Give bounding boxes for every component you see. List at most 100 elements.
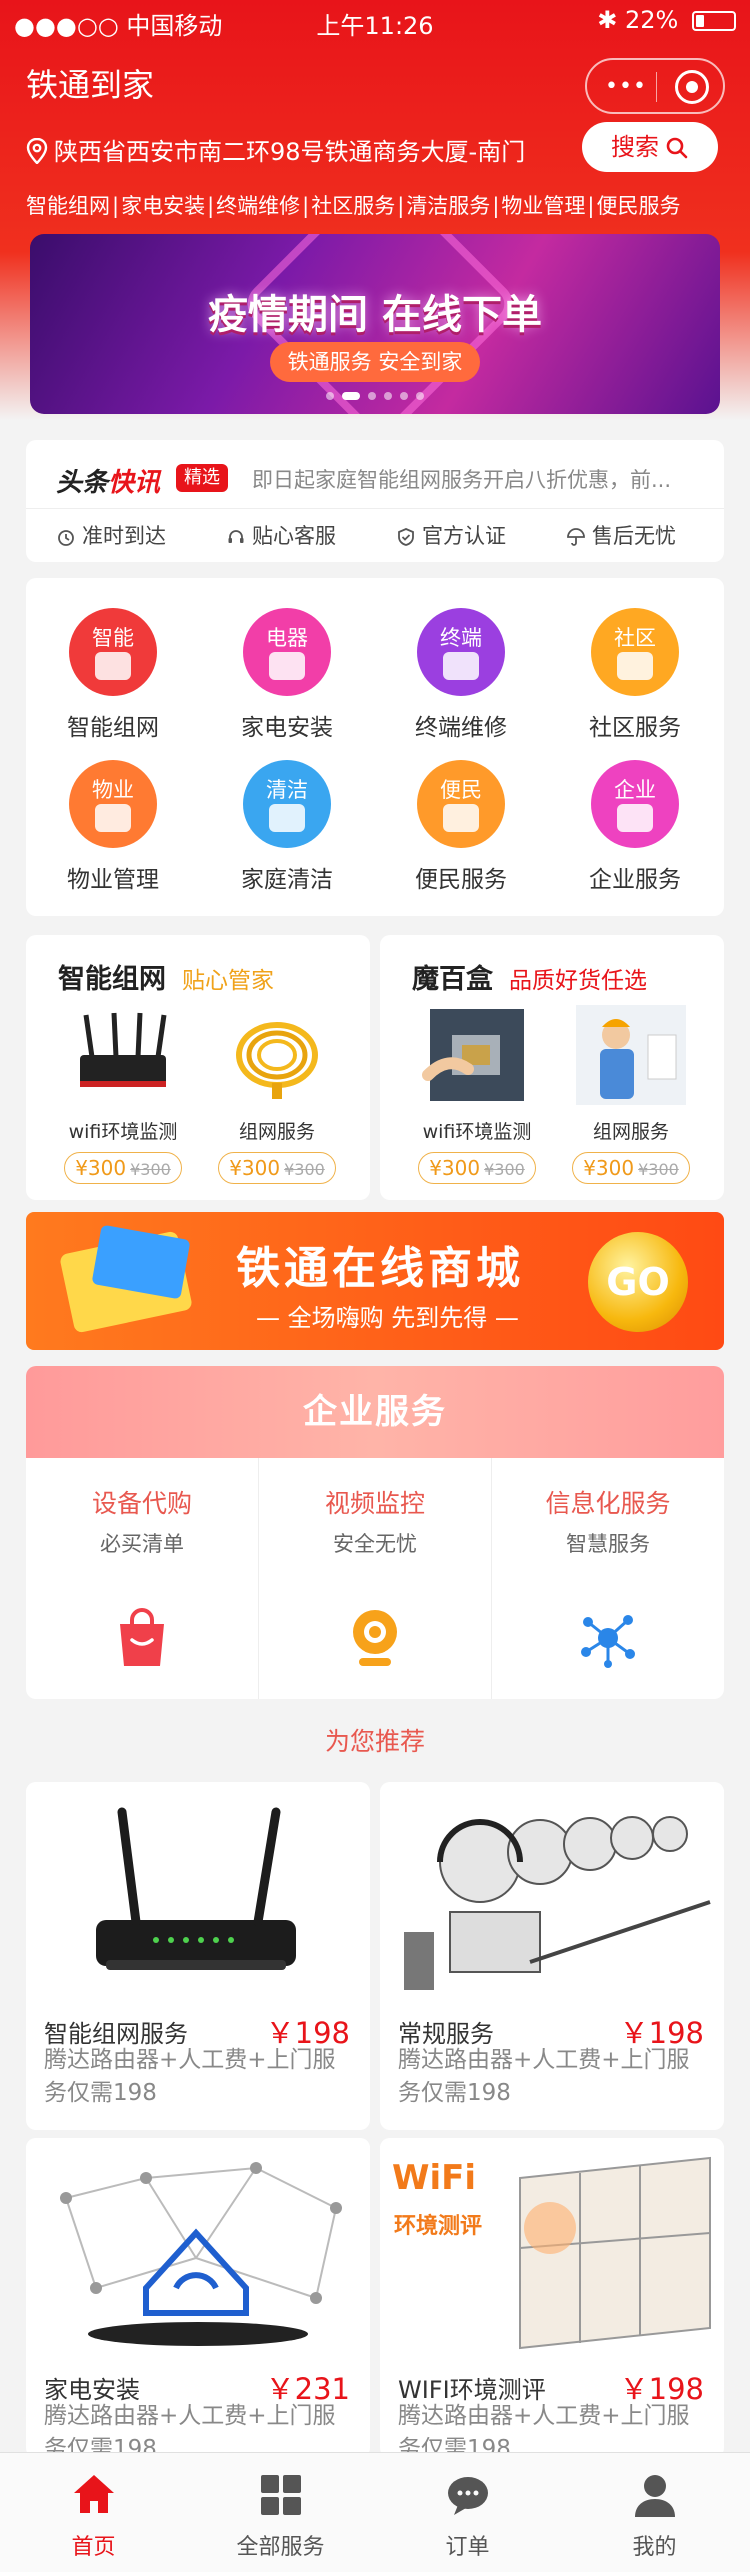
box-icon: 终端 xyxy=(417,608,505,696)
price-tag: ¥300 ¥300 xyxy=(418,1152,536,1184)
feature-service: 贴心客服 xyxy=(226,520,336,550)
banner-dot[interactable] xyxy=(416,392,424,400)
service-appliance-install[interactable]: 电器 家电安装 xyxy=(200,608,374,742)
category-link[interactable]: 清洁服务 xyxy=(406,194,490,218)
tab-orders[interactable]: 订单 xyxy=(374,2453,561,2572)
more-icon[interactable]: ••• xyxy=(605,74,647,99)
mall-title: 铁通在线商城 xyxy=(236,1243,524,1294)
go-button[interactable]: GO xyxy=(588,1232,688,1332)
broom-icon: 清洁 xyxy=(243,760,331,848)
enterprise-header: 企业服务 xyxy=(26,1366,724,1458)
banner-indicators xyxy=(30,385,720,404)
recommend-title: 为您推荐 xyxy=(324,1727,425,1756)
price-tag: ¥300 ¥300 xyxy=(64,1152,182,1184)
tab-home[interactable]: 首页 xyxy=(0,2453,187,2572)
user-icon xyxy=(634,2475,675,2517)
promo-left-item-2[interactable]: 组网服务 ¥300 ¥300 xyxy=(202,1005,352,1184)
service-grid: 智能 智能组网 电器 家电安装 终端 终端维修 社区 社区服务 物业 物业管理 清洁 家庭清… xyxy=(26,578,724,916)
wifi-caption: 环境测评 xyxy=(394,2214,483,2239)
headset-icon xyxy=(228,530,244,543)
banner-dot[interactable] xyxy=(368,392,376,400)
close-circle-icon[interactable] xyxy=(675,70,709,104)
service-community[interactable]: 社区 社区服务 xyxy=(548,608,722,742)
home-icon xyxy=(73,2475,114,2513)
shield-icon xyxy=(398,528,414,546)
search-label: 搜索 xyxy=(611,133,659,161)
wifi-icon: 智能 xyxy=(69,608,157,696)
tab-all-services[interactable]: 全部服务 xyxy=(187,2453,374,2572)
battery-percent: 22% xyxy=(625,6,679,34)
app-title: 铁通到家 xyxy=(26,66,155,104)
news-tag: 精选 xyxy=(176,464,228,492)
news-headline[interactable]: 即日起家庭智能组网服务开启八折优惠，前... xyxy=(252,464,707,494)
price-tag: ¥300 ¥300 xyxy=(572,1152,690,1184)
cable-image xyxy=(222,1005,332,1105)
location-bar[interactable]: 陕西省西安市南二环98号铁通商务大厦-南门 xyxy=(26,132,525,167)
enterprise-device-purchase[interactable]: 设备代购 必买清单 xyxy=(26,1458,258,1699)
category-link[interactable]: 物业管理 xyxy=(501,194,585,218)
technician-image xyxy=(576,1005,686,1105)
category-link[interactable]: 便民服务 xyxy=(596,194,680,218)
washer-icon: 电器 xyxy=(243,608,331,696)
service-smart-network[interactable]: 智能 智能组网 xyxy=(26,608,200,742)
promo-smart-network[interactable]: 智能组网 贴心管家 wifi环境监测 ¥300 ¥300 组网服务 ¥300 ¥300 xyxy=(26,935,370,1200)
router-image xyxy=(68,1005,178,1105)
clock-icon xyxy=(58,530,74,546)
mall-subtitle: — 全场嗨购 先到先得 — xyxy=(256,1304,519,1332)
online-mall-banner[interactable]: 铁通在线商城 — 全场嗨购 先到先得 — GO xyxy=(26,1212,724,1350)
feature-certified: 官方认证 xyxy=(396,520,506,550)
location-pin-icon xyxy=(26,137,48,165)
feature-after-sale: 售后无忧 xyxy=(566,520,676,550)
service-property[interactable]: 物业 物业管理 xyxy=(26,760,200,894)
category-link[interactable]: 智能组网 xyxy=(26,194,110,218)
enterprise-it-service[interactable]: 信息化服务 智慧服务 xyxy=(492,1458,724,1699)
category-link[interactable]: 终端维修 xyxy=(216,194,300,218)
service-cleaning[interactable]: 清洁 家庭清洁 xyxy=(200,760,374,894)
category-link[interactable]: 家电安装 xyxy=(121,194,205,218)
battery-indicator: ✱ 22% xyxy=(597,6,736,34)
promo-banner[interactable]: 疫情期间 在线下单 铁通服务 安全到家 xyxy=(30,234,720,414)
product-card-3[interactable]: 家电安装 ￥231 腾达路由器+人工费+上门服务仅需198 xyxy=(26,2138,370,2458)
location-text: 陕西省西安市南二环98号铁通商务大厦-南门 xyxy=(54,138,526,166)
category-link[interactable]: 社区服务 xyxy=(311,194,395,218)
product-card-4[interactable]: WiFi 环境测评 WIFI环境测评 ￥198 腾达路由器+人工费+上门服务仅需… xyxy=(380,2138,724,2458)
price-tag: ¥300 ¥300 xyxy=(218,1152,336,1184)
search-icon xyxy=(666,137,688,159)
tab-mine[interactable]: 我的 xyxy=(561,2453,748,2572)
router-product-image xyxy=(26,1782,370,2002)
banner-subtitle: 铁通服务 安全到家 xyxy=(270,342,480,382)
chat-icon xyxy=(447,2477,488,2515)
bag-icon: 便民 xyxy=(417,760,505,848)
promo-magic-box[interactable]: 魔百盒 品质好货任选 wifi环境监测 ¥300 ¥300 组网服务 ¥300 ¥30… xyxy=(380,935,724,1200)
grid-icon xyxy=(260,2475,301,2515)
umbrella-icon xyxy=(567,528,585,546)
service-convenience[interactable]: 便民 便民服务 xyxy=(374,760,548,894)
service-enterprise[interactable]: 企业 企业服务 xyxy=(548,760,722,894)
enterprise-video-surveillance[interactable]: 视频监控 安全无忧 xyxy=(259,1458,491,1699)
product-card-2[interactable]: 常规服务 ￥198 腾达路由器+人工费+上门服务仅需198 xyxy=(380,1782,724,2130)
webcam-icon xyxy=(353,1610,397,1666)
banner-title: 疫情期间 在线下单 xyxy=(208,292,542,338)
network-nodes-icon xyxy=(581,1615,635,1668)
promo-left-header: 智能组网 贴心管家 xyxy=(58,964,274,995)
bluetooth-icon: ✱ xyxy=(597,6,618,34)
circuit-board-image xyxy=(422,1005,532,1105)
promo-right-item-2[interactable]: 组网服务 ¥300 ¥300 xyxy=(556,1005,706,1184)
product-card-1[interactable]: 智能组网服务 ￥198 腾达路由器+人工费+上门服务仅需198 xyxy=(26,1782,370,2130)
banner-dot[interactable] xyxy=(400,392,408,400)
banner-dot[interactable] xyxy=(342,392,360,400)
search-button[interactable]: 搜索 xyxy=(582,122,718,172)
office-icon: 企业 xyxy=(591,760,679,848)
wifi-logo: WiFi xyxy=(392,2158,477,2198)
promo-right-item-1[interactable]: wifi环境监测 ¥300 ¥300 xyxy=(402,1005,552,1184)
promo-left-item-1[interactable]: wifi环境监测 ¥300 ¥300 xyxy=(48,1005,198,1184)
promo-right-header: 魔百盒 品质好货任选 xyxy=(412,964,647,995)
banner-dot[interactable] xyxy=(326,392,334,400)
smart-home-image xyxy=(26,2138,370,2358)
category-strip: 智能组网|家电安装|终端维修|社区服务|清洁服务|物业管理|便民服务 xyxy=(26,194,681,218)
shopping-bag-icon xyxy=(120,1608,164,1666)
banner-dot[interactable] xyxy=(384,392,392,400)
service-device-repair[interactable]: 终端 终端维修 xyxy=(374,608,548,742)
status-bar: ●●●○○ 中国移动 上午11:26 ✱ 22% xyxy=(0,0,750,40)
wifi-floorplan-image: WiFi 环境测评 xyxy=(380,2138,724,2358)
